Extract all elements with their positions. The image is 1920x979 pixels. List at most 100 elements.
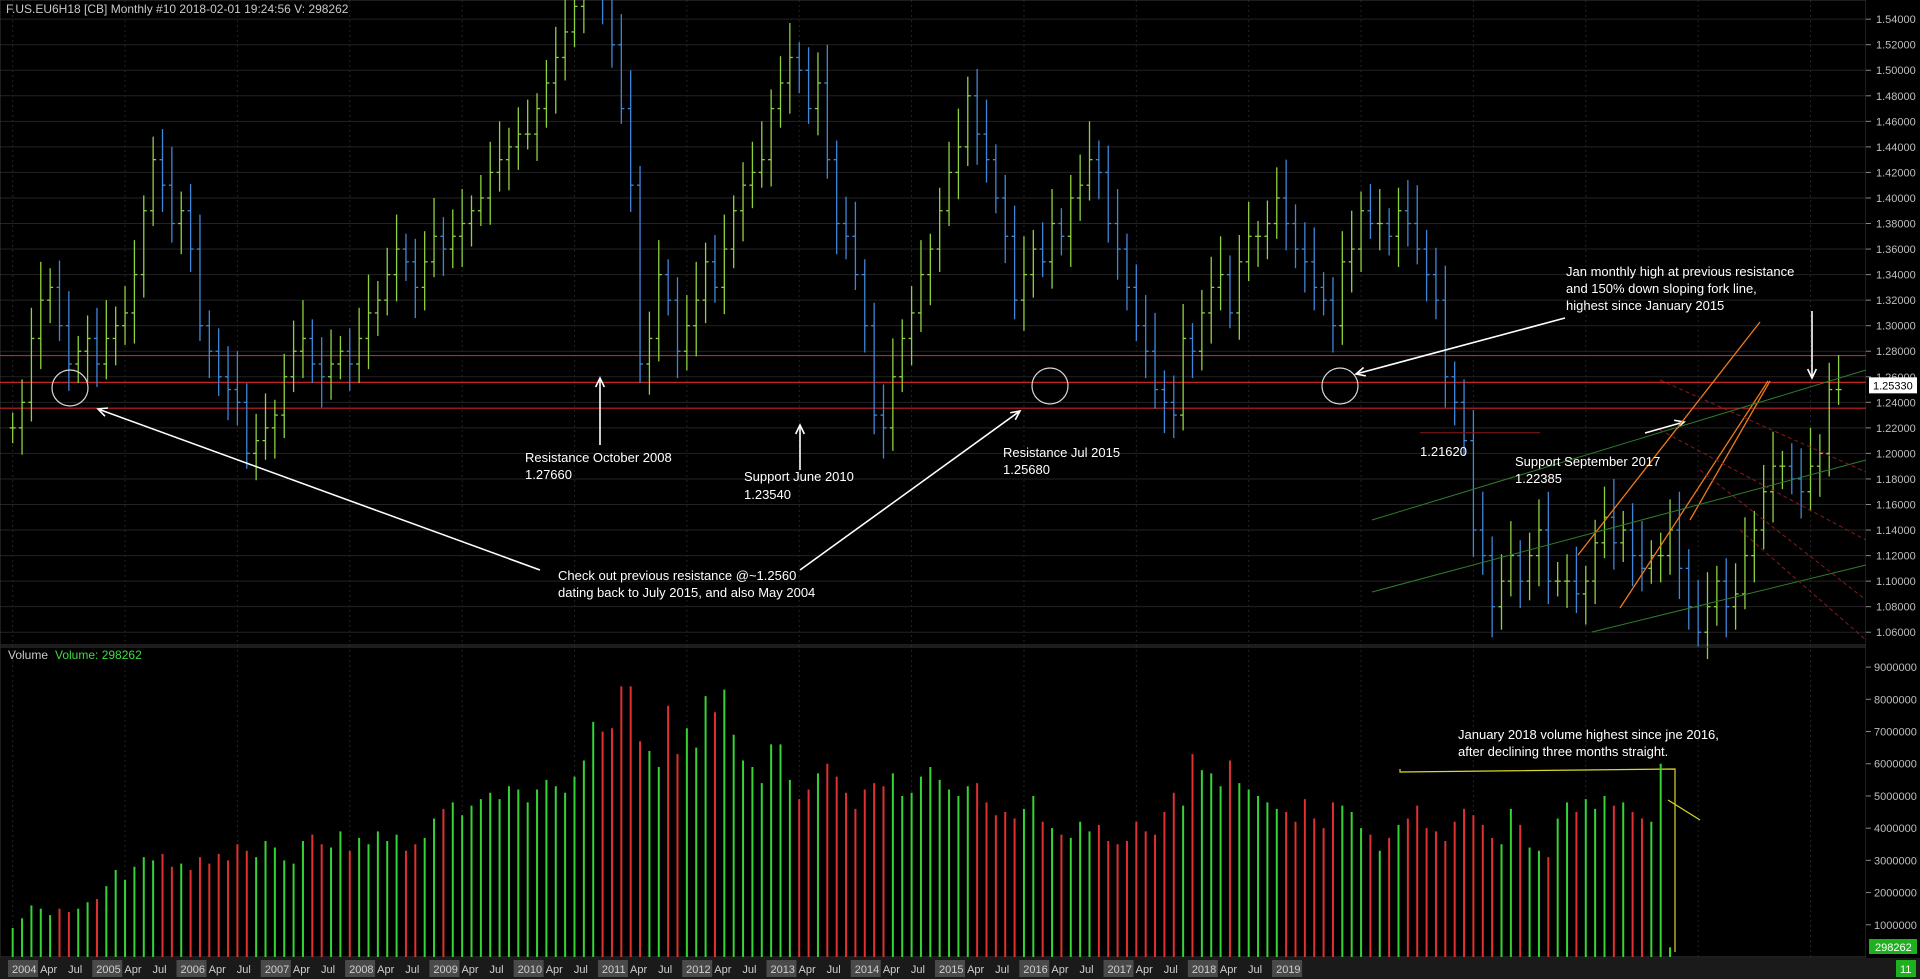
time-label: Jul (237, 964, 251, 976)
time-label: Jul (574, 964, 588, 976)
price-tick-label: 1.38000 (1876, 219, 1916, 231)
time-label: 2009 (433, 964, 457, 976)
price-tick-label: 1.12000 (1876, 551, 1916, 563)
price-tick-label: 1.22000 (1876, 423, 1916, 435)
note-volume-l1: January 2018 volume highest since jne 20… (1458, 727, 1719, 742)
time-label: Apr (377, 964, 394, 976)
note-jan-high-l2: and 150% down sloping fork line, (1566, 281, 1757, 296)
time-label: 2016 (1023, 964, 1047, 976)
price-tick-label: 1.36000 (1876, 244, 1916, 256)
time-label: 2011 (602, 964, 626, 976)
price-tick-label: 1.32000 (1876, 295, 1916, 307)
price-tick-label: 1.18000 (1876, 474, 1916, 486)
note-volume-l2: after declining three months straight. (1458, 744, 1668, 759)
time-label: Jul (827, 964, 841, 976)
note-121620: 1.21620 (1420, 444, 1467, 459)
time-label: Apr (461, 964, 478, 976)
last-volume-label: 298262 (1875, 942, 1912, 954)
time-label: Jul (405, 964, 419, 976)
note-resistance-2015-l1: Resistance Jul 2015 (1003, 445, 1120, 460)
note-checkout-l2: dating back to July 2015, and also May 2… (558, 585, 815, 600)
note-support-2017-l2: 1.22385 (1515, 471, 1562, 486)
time-label: 2005 (96, 964, 120, 976)
volume-tick-label: 3000000 (1874, 855, 1917, 867)
time-label: Apr (630, 964, 647, 976)
note-resistance-2015-l2: 1.25680 (1003, 462, 1050, 477)
volume-tick-label: 1000000 (1874, 920, 1917, 932)
time-label: Apr (209, 964, 226, 976)
volume-tick-label: 2000000 (1874, 888, 1917, 900)
time-label: 2013 (770, 964, 794, 976)
price-tick-label: 1.48000 (1876, 91, 1916, 103)
time-label: Jul (1248, 964, 1262, 976)
price-tick-label: 1.34000 (1876, 270, 1916, 282)
price-tick-label: 1.20000 (1876, 448, 1916, 460)
volume-tick-label: 6000000 (1874, 759, 1917, 771)
time-label: Jul (995, 964, 1009, 976)
time-label: 2004 (12, 964, 36, 976)
price-tick-label: 1.46000 (1876, 116, 1916, 128)
time-label: 2012 (686, 964, 710, 976)
time-label: Apr (883, 964, 900, 976)
time-axis[interactable]: 2004 Apr Jul 2005 Apr Jul 2006 Apr Jul 2007 Apr Jul… (0, 958, 1920, 979)
note-resistance-2008-l2: 1.27660 (525, 467, 572, 482)
volume-tick-label: 4000000 (1874, 823, 1917, 835)
price-tick-label: 1.50000 (1876, 65, 1916, 77)
volume-value-label: Volume: 298262 (55, 648, 142, 662)
time-label: Apr (1051, 964, 1068, 976)
note-support-2010-l2: 1.23540 (744, 487, 791, 502)
time-label: Apr (546, 964, 563, 976)
volume-tick-label: 9000000 (1874, 662, 1917, 674)
price-tick-label: 1.08000 (1876, 602, 1916, 614)
time-label: Apr (124, 964, 141, 976)
futures-chart[interactable]: 1.54000 1.52000 1.50000 1.48000 1.46000 1.440… (0, 0, 1920, 979)
time-label: Apr (799, 964, 816, 976)
time-label: Jul (490, 964, 504, 976)
time-label: Apr (1220, 964, 1237, 976)
price-tick-label: 1.52000 (1876, 40, 1916, 52)
price-tick-label: 1.40000 (1876, 193, 1916, 205)
time-end-label: 11 (1900, 964, 1911, 976)
time-label: 2006 (181, 964, 205, 976)
time-label: Apr (714, 964, 731, 976)
price-tick-label: 1.16000 (1876, 500, 1916, 512)
time-label: 2019 (1276, 964, 1300, 976)
volume-tick-label: 5000000 (1874, 791, 1917, 803)
volume-tick-label: 8000000 (1874, 694, 1917, 706)
price-tick-label: 1.24000 (1876, 397, 1916, 409)
time-label: Jul (1079, 964, 1093, 976)
time-label: Jul (152, 964, 166, 976)
time-label: Apr (1136, 964, 1153, 976)
time-label: Jul (911, 964, 925, 976)
note-jan-high-l3: highest since January 2015 (1566, 298, 1724, 313)
price-tick-label: 1.30000 (1876, 321, 1916, 333)
time-label: Jul (68, 964, 82, 976)
price-tick-label: 1.14000 (1876, 525, 1916, 537)
time-label: 2008 (349, 964, 373, 976)
time-label: Apr (40, 964, 57, 976)
time-label: 2010 (518, 964, 542, 976)
chart-header: F.US.EU6H18 [CB] Monthly #10 2018-02-01 … (6, 2, 349, 16)
price-tick-label: 1.06000 (1876, 627, 1916, 639)
time-label: 2017 (1108, 964, 1132, 976)
price-axis[interactable]: 1.54000 1.52000 1.50000 1.48000 1.46000 1.440… (1866, 0, 1920, 957)
time-label: Jul (1164, 964, 1178, 976)
time-label: Apr (293, 964, 310, 976)
price-tick-label: 1.54000 (1876, 14, 1916, 26)
note-checkout-l1: Check out previous resistance @~1.2560 (558, 568, 796, 583)
note-resistance-2008-l1: Resistance October 2008 (525, 450, 672, 465)
time-label: 2018 (1192, 964, 1216, 976)
price-tick-label: 1.28000 (1876, 346, 1916, 358)
time-label: 2014 (855, 964, 879, 976)
price-tick-label: 1.42000 (1876, 167, 1916, 179)
last-price-label: 1.25330 (1873, 380, 1913, 392)
volume-tick-label: 7000000 (1874, 727, 1917, 739)
volume-title: Volume (8, 648, 48, 662)
time-label: Apr (967, 964, 984, 976)
time-label: Jul (742, 964, 756, 976)
price-tick-label: 1.44000 (1876, 142, 1916, 154)
price-tick-label: 1.10000 (1876, 576, 1916, 588)
time-label: Jul (658, 964, 672, 976)
time-label: Jul (321, 964, 335, 976)
time-label: 2015 (939, 964, 963, 976)
